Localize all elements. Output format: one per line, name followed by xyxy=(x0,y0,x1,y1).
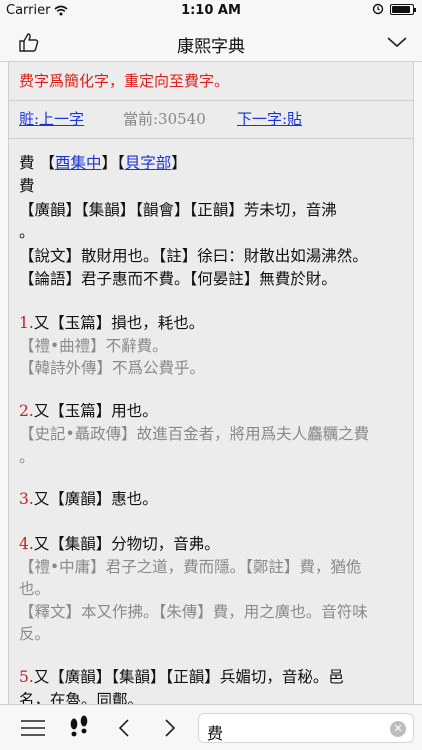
status-bar: Carrier 1:10 AM xyxy=(0,0,422,22)
status-time: 1:10 AM xyxy=(181,3,241,18)
page-title: 康熙字典 xyxy=(177,37,245,57)
battery-icon xyxy=(390,3,416,15)
clear-icon[interactable]: ✕ xyxy=(390,721,406,737)
citation: 【史記•聶政傳】故進百金者，將用爲夫人麤糲之費 xyxy=(19,425,370,443)
citation: 。 xyxy=(19,448,35,466)
citation: 【釋文】本又作拂。【朱傳】費，用之廣也。音符味 xyxy=(19,603,368,621)
head-char: 費 xyxy=(19,154,35,172)
radical-link[interactable]: 貝字部 xyxy=(125,154,172,172)
sense-5: 5.又【廣韻】【集韻】【正韻】兵媚切，音秘。邑 xyxy=(19,668,344,686)
dictionary-content: 费字爲簡化字，重定向至費字。 賍:上一字 當前:30540 下一字:貼 費 【酉… xyxy=(8,62,414,704)
set-link[interactable]: 酉集中 xyxy=(55,154,102,172)
nav-bar: 康熙字典 xyxy=(0,22,422,62)
redirect-notice: 费字爲簡化字，重定向至費字。 xyxy=(19,72,230,90)
chevron-down-icon[interactable] xyxy=(386,34,408,50)
search-input[interactable]: 费 ✕ xyxy=(198,713,414,743)
char-navigation: 賍:上一字 當前:30540 下一字:貼 xyxy=(9,108,413,134)
entry-char: 費 xyxy=(19,177,35,195)
entry-line: 【廣韻】【集韻】【韻會】【正韻】芳未切，音沸 xyxy=(19,201,337,219)
bottom-toolbar: 费 ✕ xyxy=(0,704,422,750)
chevron-left-icon[interactable] xyxy=(118,719,130,737)
citation: 【禮•中庸】君子之道，費而隱。【鄭註】費，猶佹 xyxy=(19,558,362,576)
divider xyxy=(9,138,413,139)
entry-header: 費 【酉集中】【貝字部】 xyxy=(19,154,187,172)
entry-line: 【說文】散財用也。【註】徐曰：財散出如湯沸然。 xyxy=(19,247,368,265)
citation: 【韓詩外傳】不爲公費乎。 xyxy=(19,359,206,377)
alarm-lock-icon xyxy=(372,3,384,15)
hamburger-icon[interactable] xyxy=(20,719,46,737)
battery-fill xyxy=(392,5,411,13)
chevron-right-icon[interactable] xyxy=(164,719,176,737)
citation: 反。 xyxy=(19,625,51,643)
citation: 也。 xyxy=(19,580,51,598)
entry-line: 。 xyxy=(19,223,35,241)
footprints-icon[interactable] xyxy=(68,715,90,741)
current-index: 當前:30540 xyxy=(123,110,206,128)
status-right xyxy=(372,3,416,15)
prev-char-link[interactable]: 賍:上一字 xyxy=(19,108,84,129)
search-value: 费 xyxy=(207,724,224,743)
sense-2: 2.又【玉篇】用也。 xyxy=(19,402,158,420)
sense-1: 1.又【玉篇】損也，耗也。 xyxy=(19,314,205,332)
sense-4: 4.又【集韻】分物切，音弗。 xyxy=(19,535,220,553)
sense-3: 3.又【廣韻】惠也。 xyxy=(19,490,158,508)
next-char-link[interactable]: 下一字:貼 xyxy=(237,108,302,129)
divider xyxy=(9,100,413,101)
citation: 【禮•曲禮】不辭費。 xyxy=(19,337,168,355)
entry-line: 【論語】君子惠而不費。【何晏註】無費於財。 xyxy=(19,270,337,288)
entry-line: 名，在魯。同鄪。 xyxy=(19,691,144,704)
